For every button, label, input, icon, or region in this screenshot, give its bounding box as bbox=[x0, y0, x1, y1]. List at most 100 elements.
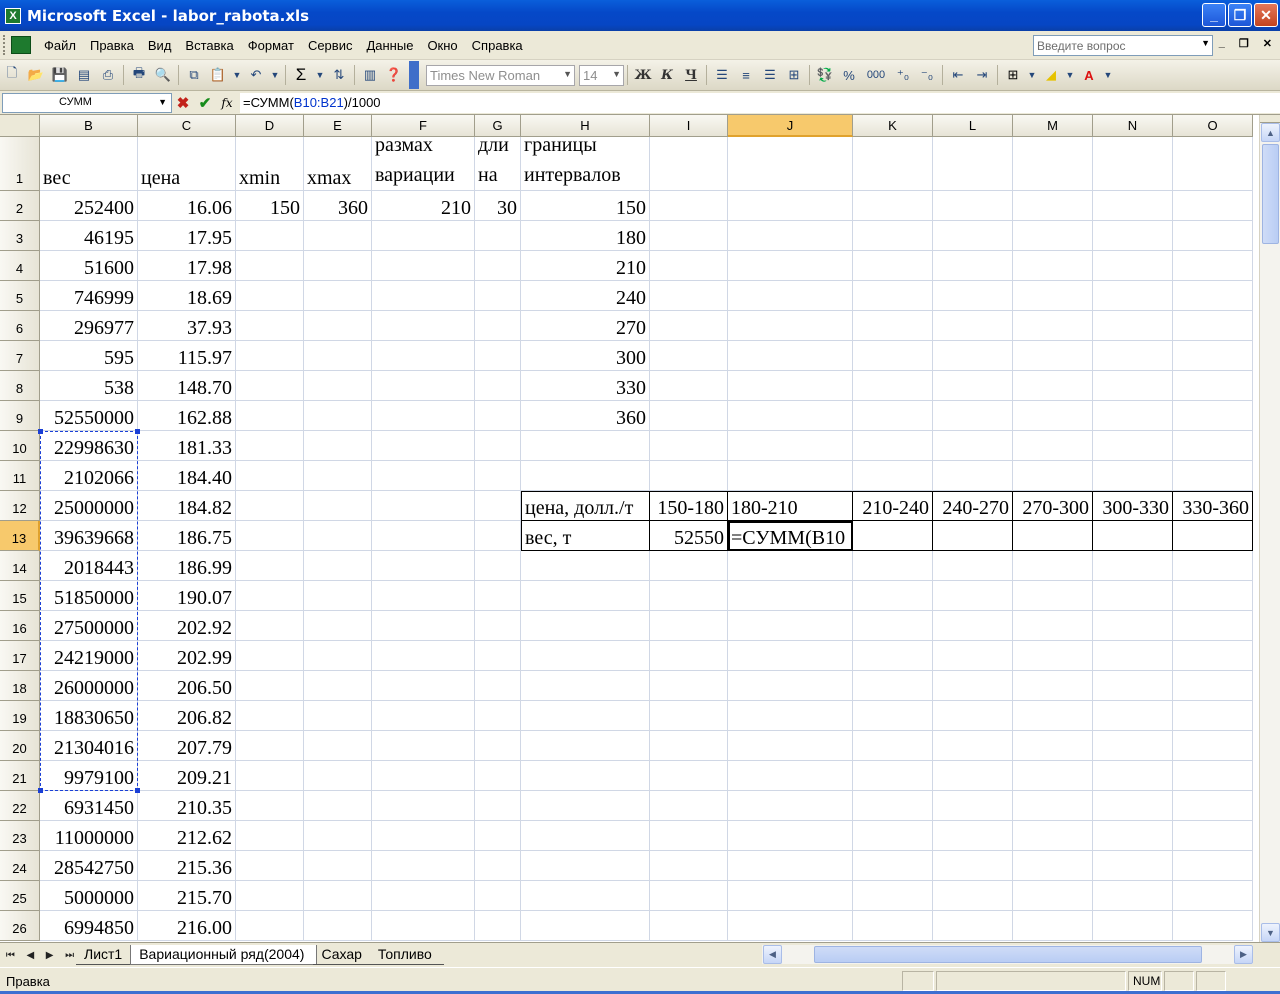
cell-b18-value[interactable]: 26000000 bbox=[40, 671, 138, 701]
cell-e16[interactable] bbox=[304, 611, 372, 641]
row-header-3[interactable]: 3 bbox=[0, 221, 40, 251]
cell-f10[interactable] bbox=[372, 431, 475, 461]
cell-k16[interactable] bbox=[853, 611, 933, 641]
cell-m21[interactable] bbox=[1013, 761, 1093, 791]
cell-i21[interactable] bbox=[650, 761, 728, 791]
prev-sheet-icon[interactable]: ◀ bbox=[26, 950, 34, 961]
chevron-down-icon[interactable]: ▼ bbox=[232, 65, 242, 85]
row-header-7[interactable]: 7 bbox=[0, 341, 40, 371]
cell-i1[interactable] bbox=[650, 137, 728, 191]
cell-c15-value[interactable]: 190.07 bbox=[138, 581, 236, 611]
cell-l11[interactable] bbox=[933, 461, 1013, 491]
menu-view[interactable]: Вид bbox=[141, 38, 179, 53]
cell-d21[interactable] bbox=[236, 761, 304, 791]
cell-g21[interactable] bbox=[475, 761, 521, 791]
cell-h23[interactable] bbox=[521, 821, 650, 851]
chevron-down-icon[interactable]: ▼ bbox=[1103, 65, 1113, 85]
cell-i14[interactable] bbox=[650, 551, 728, 581]
cell-d9[interactable] bbox=[236, 401, 304, 431]
last-sheet-icon[interactable]: ⏭ bbox=[65, 950, 74, 961]
research-icon[interactable]: 🔍 bbox=[153, 65, 173, 85]
row-header-16[interactable]: 16 bbox=[0, 611, 40, 641]
cell-m24[interactable] bbox=[1013, 851, 1093, 881]
row-header-14[interactable]: 14 bbox=[0, 551, 40, 581]
cell-i6[interactable] bbox=[650, 311, 728, 341]
align-center-icon[interactable]: ≡ bbox=[736, 65, 756, 85]
chart-icon[interactable]: ▥ bbox=[360, 65, 380, 85]
cell-k20[interactable] bbox=[853, 731, 933, 761]
row-header-8[interactable]: 8 bbox=[0, 371, 40, 401]
cell-h18[interactable] bbox=[521, 671, 650, 701]
cell-o14[interactable] bbox=[1173, 551, 1253, 581]
cell-n21[interactable] bbox=[1093, 761, 1173, 791]
name-box[interactable]: СУММ ▼ bbox=[2, 92, 172, 113]
column-header-c[interactable]: C bbox=[138, 115, 236, 137]
cell-c12-value[interactable]: 184.82 bbox=[138, 491, 236, 521]
cell-f20[interactable] bbox=[372, 731, 475, 761]
cell-o8[interactable] bbox=[1173, 371, 1253, 401]
cell-b16-value[interactable]: 27500000 bbox=[40, 611, 138, 641]
cell-j4[interactable] bbox=[728, 251, 853, 281]
cell-j6[interactable] bbox=[728, 311, 853, 341]
doc-minimize-icon[interactable]: _ bbox=[1219, 37, 1225, 50]
cell-n1[interactable] bbox=[1093, 137, 1173, 191]
cell-n4[interactable] bbox=[1093, 251, 1173, 281]
merge-center-icon[interactable]: ⊞ bbox=[784, 65, 804, 85]
save-icon[interactable]: 💾 bbox=[50, 65, 70, 85]
cell-m25[interactable] bbox=[1013, 881, 1093, 911]
cell-k7[interactable] bbox=[853, 341, 933, 371]
cell-m4[interactable] bbox=[1013, 251, 1093, 281]
cell-m26[interactable] bbox=[1013, 911, 1093, 941]
column-header-g[interactable]: G bbox=[475, 115, 521, 137]
cell-j10[interactable] bbox=[728, 431, 853, 461]
cell-h14[interactable] bbox=[521, 551, 650, 581]
cell-j2[interactable] bbox=[728, 191, 853, 221]
insert-function-icon[interactable]: fx bbox=[216, 96, 238, 110]
cell-l8[interactable] bbox=[933, 371, 1013, 401]
cell-h4-value[interactable]: 210 bbox=[521, 251, 650, 281]
hscroll-thumb[interactable] bbox=[814, 946, 1202, 963]
cell-h10[interactable] bbox=[521, 431, 650, 461]
cell-e24[interactable] bbox=[304, 851, 372, 881]
cell-e26[interactable] bbox=[304, 911, 372, 941]
select-all-corner[interactable] bbox=[0, 115, 40, 137]
cell-h26[interactable] bbox=[521, 911, 650, 941]
cell-l14[interactable] bbox=[933, 551, 1013, 581]
cell-c9-value[interactable]: 162.88 bbox=[138, 401, 236, 431]
cell-d20[interactable] bbox=[236, 731, 304, 761]
chevron-down-icon[interactable]: ▼ bbox=[270, 65, 280, 85]
cell-e9[interactable] bbox=[304, 401, 372, 431]
cell-n25[interactable] bbox=[1093, 881, 1173, 911]
cell-d8[interactable] bbox=[236, 371, 304, 401]
cell-l18[interactable] bbox=[933, 671, 1013, 701]
cell-n18[interactable] bbox=[1093, 671, 1173, 701]
cell-e5[interactable] bbox=[304, 281, 372, 311]
permission-icon[interactable]: ▤ bbox=[74, 65, 94, 85]
row-header-9[interactable]: 9 bbox=[0, 401, 40, 431]
cell-g6[interactable] bbox=[475, 311, 521, 341]
cell-g12[interactable] bbox=[475, 491, 521, 521]
cell-o22[interactable] bbox=[1173, 791, 1253, 821]
formula-input[interactable]: =СУММ(B10:B21)/1000 bbox=[240, 92, 1280, 113]
cell-j23[interactable] bbox=[728, 821, 853, 851]
cell-n15[interactable] bbox=[1093, 581, 1173, 611]
cell-g23[interactable] bbox=[475, 821, 521, 851]
cell-l19[interactable] bbox=[933, 701, 1013, 731]
cell-b15-value[interactable]: 51850000 bbox=[40, 581, 138, 611]
cell-d19[interactable] bbox=[236, 701, 304, 731]
column-header-k[interactable]: K bbox=[853, 115, 933, 137]
tab-sheet1[interactable]: Лист1 bbox=[76, 945, 135, 965]
open-icon[interactable]: 📂 bbox=[26, 65, 46, 85]
cell-k6[interactable] bbox=[853, 311, 933, 341]
cell-h8-value[interactable]: 330 bbox=[521, 371, 650, 401]
column-header-e[interactable]: E bbox=[304, 115, 372, 137]
cell-i17[interactable] bbox=[650, 641, 728, 671]
column-header-d[interactable]: D bbox=[236, 115, 304, 137]
cell-i5[interactable] bbox=[650, 281, 728, 311]
cell-e13[interactable] bbox=[304, 521, 372, 551]
fill-color-icon[interactable]: ◢ bbox=[1041, 65, 1061, 85]
cell-l16[interactable] bbox=[933, 611, 1013, 641]
cell-e2-value[interactable]: 360 bbox=[304, 191, 372, 221]
cell-o2[interactable] bbox=[1173, 191, 1253, 221]
cell-n8[interactable] bbox=[1093, 371, 1173, 401]
